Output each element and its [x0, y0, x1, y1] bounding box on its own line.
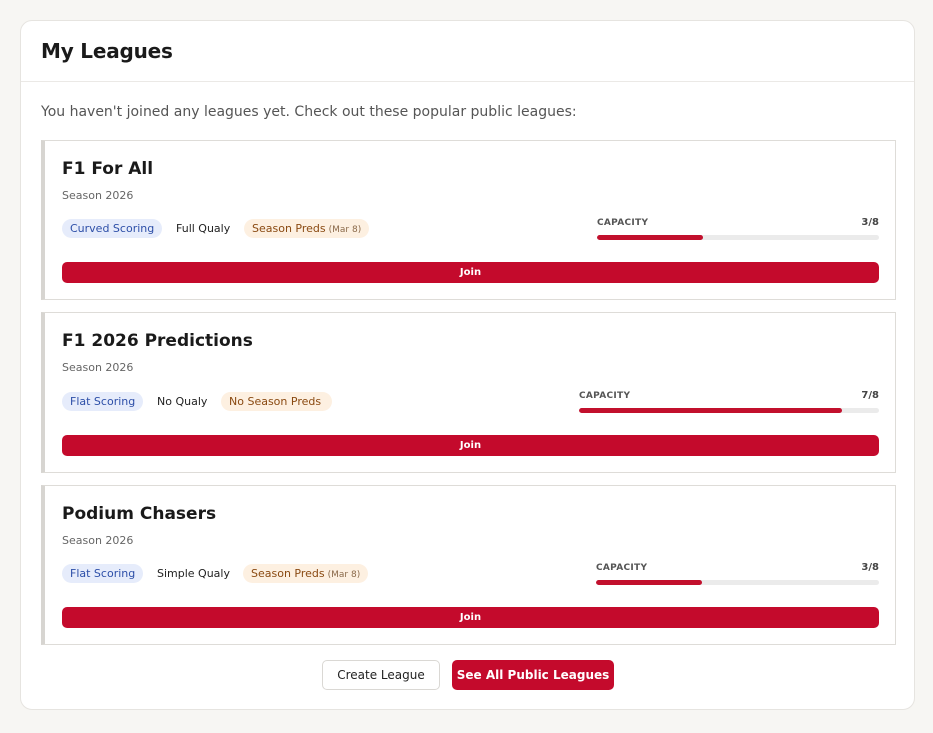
league-name: Podium Chasers	[62, 504, 217, 524]
join-button[interactable]: Join	[62, 262, 879, 283]
panel-header: My Leagues	[21, 21, 914, 82]
join-button[interactable]: Join	[62, 435, 879, 456]
preds-tag: Season Preds (Mar 8)	[243, 564, 369, 583]
scoring-tag: Flat Scoring	[62, 564, 144, 583]
capacity-bar-fill	[597, 235, 703, 240]
capacity-value: 3/8	[861, 217, 879, 228]
league-card: F1 2026 Predictions Season 2026 Flat Sco…	[41, 312, 896, 473]
capacity-label: CAPACITY	[596, 563, 648, 573]
preds-tag-label: No Season Preds	[229, 395, 322, 408]
qualy-tag: Simple Qualy	[157, 567, 230, 580]
capacity-bar	[597, 235, 879, 240]
qualy-tag: No Qualy	[157, 395, 208, 408]
my-leagues-panel: My Leagues You haven't joined any league…	[20, 20, 915, 710]
league-season: Season 2026	[62, 534, 134, 547]
league-name: F1 2026 Predictions	[62, 331, 253, 351]
preds-tag-date: (Mar 8)	[328, 225, 362, 235]
capacity-bar-fill	[579, 408, 842, 413]
league-season: Season 2026	[62, 361, 134, 374]
preds-tag: No Season Preds	[221, 392, 333, 411]
scoring-tag: Curved Scoring	[62, 219, 163, 238]
page-title: My Leagues	[41, 39, 173, 63]
league-card: F1 For All Season 2026 Curved Scoring Fu…	[41, 140, 896, 300]
capacity-bar	[579, 408, 879, 413]
preds-tag: Season Preds (Mar 8)	[244, 219, 370, 238]
qualy-tag: Full Qualy	[176, 222, 231, 235]
capacity-value: 7/8	[861, 390, 879, 401]
create-league-button[interactable]: Create League	[322, 660, 440, 690]
join-button[interactable]: Join	[62, 607, 879, 628]
league-card: Podium Chasers Season 2026 Flat Scoring …	[41, 485, 896, 645]
see-all-public-leagues-button[interactable]: See All Public Leagues	[452, 660, 614, 690]
capacity-label: CAPACITY	[579, 391, 631, 401]
preds-tag-label: Season Preds	[252, 222, 326, 235]
capacity-value: 3/8	[861, 562, 879, 573]
capacity-label: CAPACITY	[597, 218, 649, 228]
scoring-tag: Flat Scoring	[62, 392, 144, 411]
league-season: Season 2026	[62, 189, 134, 202]
league-name: F1 For All	[62, 159, 154, 179]
capacity-bar	[596, 580, 879, 585]
preds-tag-label: Season Preds	[251, 567, 325, 580]
preds-tag-date: (Mar 8)	[327, 570, 361, 580]
capacity-bar-fill	[596, 580, 703, 585]
intro-text: You haven't joined any leagues yet. Chec…	[41, 104, 577, 120]
